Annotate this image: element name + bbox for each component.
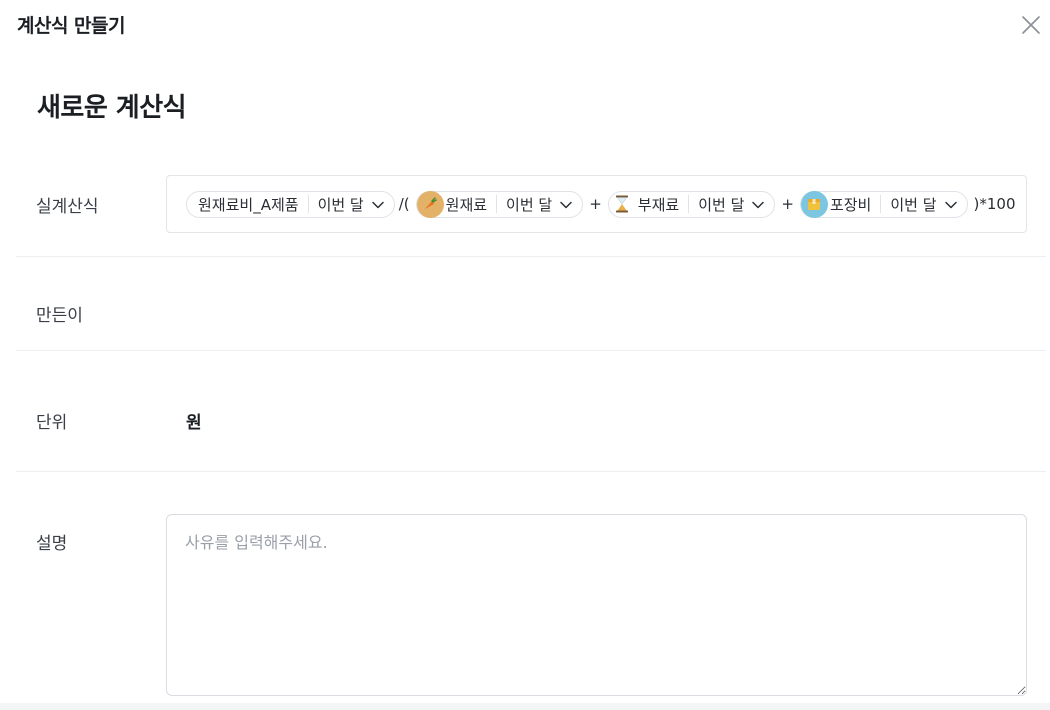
hourglass-icon <box>609 191 636 218</box>
period-dropdown[interactable]: 이번 달 <box>497 192 582 217</box>
period-dropdown[interactable]: 이번 달 <box>881 192 966 217</box>
divider <box>16 350 1046 351</box>
variable-name: 포장비 <box>800 190 880 218</box>
period-label: 이번 달 <box>698 195 745 214</box>
carrot-icon <box>416 190 444 218</box>
chevron-down-icon <box>752 195 765 213</box>
footer-edge <box>0 703 1050 710</box>
divider <box>16 256 1046 257</box>
divider <box>16 471 1046 472</box>
period-label: 이번 달 <box>890 195 937 214</box>
description-label: 설명 <box>36 534 68 554</box>
chevron-down-icon <box>944 195 957 213</box>
page-title: 새로운 계산식 <box>37 93 187 123</box>
formula-variable-chip[interactable]: 포장비 이번 달 <box>799 190 968 218</box>
creator-label: 만든이 <box>36 306 83 326</box>
period-dropdown[interactable]: 이번 달 <box>689 192 774 217</box>
period-dropdown[interactable]: 이번 달 <box>309 192 394 217</box>
close-button[interactable] <box>1018 12 1044 38</box>
unit-label: 단위 <box>36 413 68 433</box>
formula-variable-chip[interactable]: 부재료 이번 달 <box>607 190 776 218</box>
variable-label: 부재료 <box>637 195 680 214</box>
period-label: 이번 달 <box>317 195 364 214</box>
modal-header: 계산식 만들기 <box>0 0 1050 50</box>
description-textarea[interactable] <box>166 514 1027 696</box>
variable-label: 포장비 <box>829 195 872 214</box>
formula-operator: )*100 <box>973 195 1016 213</box>
formula-editor[interactable]: 원재료비_A제품 이번 달 /( 원재료 이번 달 + 부재료 이번 달 + 포장비 이번 달 )*1… <box>166 175 1027 233</box>
chevron-down-icon <box>560 195 572 213</box>
formula-operator: /( <box>398 195 410 213</box>
formula-variable-chip[interactable]: 원재료비_A제품 이번 달 <box>186 190 395 218</box>
variable-label: 원재료 <box>445 195 488 214</box>
box-icon <box>800 190 828 218</box>
period-label: 이번 달 <box>506 195 553 214</box>
variable-label: 원재료비_A제품 <box>198 195 299 214</box>
variable-name: 원재료비_A제품 <box>187 192 308 217</box>
variable-name: 부재료 <box>609 192 688 217</box>
unit-value: 원 <box>186 413 202 433</box>
chevron-down-icon <box>371 195 384 213</box>
modal-title: 계산식 만들기 <box>17 15 126 37</box>
formula-label: 실계산식 <box>36 197 99 217</box>
variable-name: 원재료 <box>416 190 496 218</box>
formula-operator: + <box>589 195 602 213</box>
formula-variable-chip[interactable]: 원재료 이번 달 <box>415 190 584 218</box>
close-icon <box>1022 16 1040 34</box>
formula-operator: + <box>781 195 794 213</box>
